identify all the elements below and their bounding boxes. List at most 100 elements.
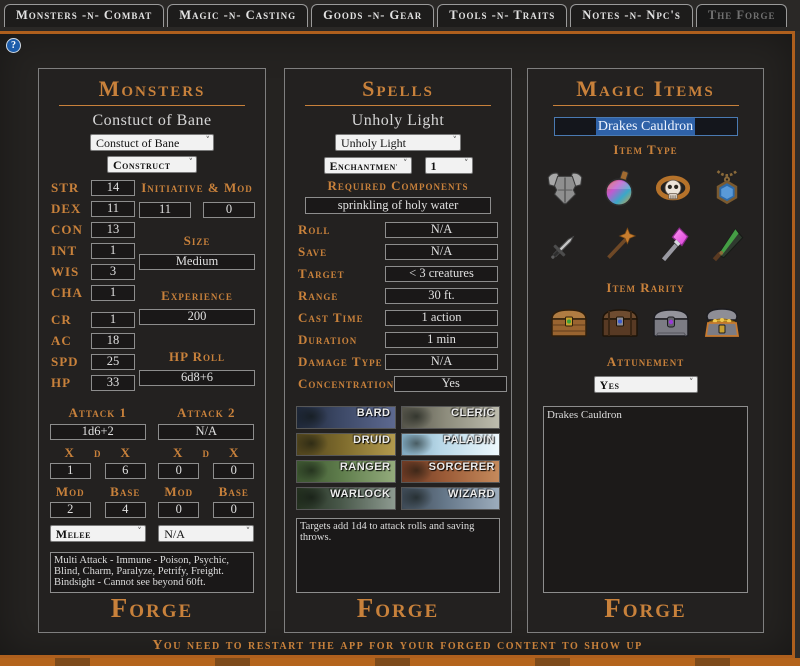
item-rarity-row xyxy=(548,305,743,341)
class-button-sorcerer[interactable]: SORCERER xyxy=(401,460,501,483)
stat-int-input[interactable] xyxy=(91,243,135,259)
stat-wis-input[interactable] xyxy=(91,264,135,280)
scepter-icon[interactable] xyxy=(652,224,694,266)
roll-input[interactable] xyxy=(385,222,498,238)
stat-con-input[interactable] xyxy=(91,222,135,238)
range-input[interactable] xyxy=(385,288,498,304)
item-type-label: Item Type xyxy=(613,142,677,158)
tab-goods-gear[interactable]: Goods -n- Gear xyxy=(311,4,434,27)
damage-type-label: Damage Type xyxy=(298,354,383,370)
size-input[interactable] xyxy=(139,254,255,270)
wand-icon[interactable] xyxy=(598,224,640,266)
class-button-wizard[interactable]: WIZARD xyxy=(401,487,501,510)
spell-school-select[interactable]: Enchantment xyxy=(324,157,412,174)
stat-label: HP xyxy=(51,375,91,391)
initiative-label: Initiative & Mod xyxy=(141,180,253,196)
damage-type-input[interactable] xyxy=(385,354,498,370)
attack-1-base-input[interactable] xyxy=(105,502,146,518)
stat-spd-input[interactable] xyxy=(91,354,135,370)
wooden-chest-icon[interactable] xyxy=(548,305,590,341)
experience-label: Experience xyxy=(161,288,233,304)
attack-2-die-input[interactable] xyxy=(213,463,254,479)
spell-forge-button[interactable]: Forge xyxy=(357,593,439,624)
attack-2-base-input[interactable] xyxy=(213,502,254,518)
initiative-mod-input[interactable] xyxy=(203,202,255,218)
class-button-bard[interactable]: BARD xyxy=(296,406,396,429)
spell-level-select[interactable]: 1 xyxy=(425,157,473,174)
attack-1-die-input[interactable] xyxy=(105,463,146,479)
tab-notes-npcs[interactable]: Notes -n- Npc's xyxy=(570,4,693,27)
attunement-label: Attunement xyxy=(607,354,684,370)
potion-icon[interactable] xyxy=(598,168,640,210)
attack-1-count-input[interactable] xyxy=(50,463,91,479)
sword-icon[interactable] xyxy=(544,224,586,266)
initiative-input[interactable] xyxy=(139,202,191,218)
spells-title: Spells xyxy=(362,76,434,102)
item-rarity-label: Item Rarity xyxy=(606,280,684,296)
monster-type-select[interactable]: Construct xyxy=(107,156,197,173)
tab-tools-traits[interactable]: Tools -n- Traits xyxy=(437,4,567,27)
stat-cr-input[interactable] xyxy=(91,312,135,328)
stat-ac-input[interactable] xyxy=(91,333,135,349)
monster-forge-button[interactable]: Forge xyxy=(111,593,193,624)
duration-input[interactable] xyxy=(385,332,498,348)
hp-roll-label: HP Roll xyxy=(169,349,225,365)
required-components-input[interactable] xyxy=(305,197,491,214)
spell-name-display: Unholy Light xyxy=(352,112,445,130)
monster-select[interactable]: Constuct of Bane xyxy=(90,134,214,151)
class-button-druid[interactable]: DRUID xyxy=(296,433,396,456)
spell-select[interactable]: Unholy Light xyxy=(335,134,461,151)
cast-time-input[interactable] xyxy=(385,310,498,326)
tab-the-forge[interactable]: The Forge xyxy=(696,4,788,27)
stat-label: CON xyxy=(51,222,91,238)
tab-magic-casting[interactable]: Magic -n- Casting xyxy=(167,4,308,27)
stat-label: CR xyxy=(51,312,91,328)
dagger-icon[interactable] xyxy=(706,224,748,266)
d-label: d xyxy=(94,445,102,461)
magic-item-forge-button[interactable]: Forge xyxy=(604,593,686,624)
duration-label: Duration xyxy=(298,332,357,348)
bottom-frame-strip xyxy=(0,658,800,666)
item-list-entry[interactable]: Drakes Cauldron xyxy=(547,409,744,422)
class-button-warlock[interactable]: WARLOCK xyxy=(296,487,396,510)
stat-str-input[interactable] xyxy=(91,180,135,196)
stat-cha-input[interactable] xyxy=(91,285,135,301)
item-name-input[interactable]: Drakes Cauldron xyxy=(554,117,738,136)
bronze-chest-icon[interactable] xyxy=(599,305,641,341)
divider xyxy=(305,105,491,106)
hp-roll-input[interactable] xyxy=(139,370,255,386)
save-input[interactable] xyxy=(385,244,498,260)
target-input[interactable] xyxy=(385,266,498,282)
attunement-select[interactable]: Yes xyxy=(594,376,698,393)
x-label: X xyxy=(106,445,146,461)
class-button-ranger[interactable]: RANGER xyxy=(296,460,396,483)
help-icon[interactable]: ? xyxy=(6,38,21,53)
attack-2-type-select[interactable]: N/A xyxy=(158,525,254,542)
attack-1-type-select[interactable]: Melee xyxy=(50,525,146,542)
save-label: Save xyxy=(298,244,327,260)
armor-icon[interactable] xyxy=(544,168,586,210)
concentration-input[interactable] xyxy=(394,376,507,392)
spell-description-textarea[interactable]: Targets add 1d4 to attack rolls and savi… xyxy=(296,518,500,593)
item-listbox[interactable]: Drakes Cauldron xyxy=(543,406,748,593)
attack-2-dice-input[interactable] xyxy=(158,424,254,440)
amulet-icon[interactable] xyxy=(706,168,748,210)
golden-chest-icon[interactable] xyxy=(701,305,743,341)
attack-2-count-input[interactable] xyxy=(158,463,199,479)
attack-1-mod-input[interactable] xyxy=(50,502,91,518)
concentration-label: Concentration xyxy=(298,376,394,392)
experience-input[interactable] xyxy=(139,309,255,325)
monster-name-display: Constuct of Bane xyxy=(92,112,211,130)
monster-description-textarea[interactable]: Multi Attack - Immune - Poison, Psychic,… xyxy=(50,552,254,593)
class-button-paladin[interactable]: PALADIN xyxy=(401,433,501,456)
skull-ring-icon[interactable] xyxy=(652,168,694,210)
class-button-cleric[interactable]: CLERIC xyxy=(401,406,501,429)
tab-monsters-combat[interactable]: Monsters -n- Combat xyxy=(4,4,164,27)
stat-hp-input[interactable] xyxy=(91,375,135,391)
attack-1-dice-input[interactable] xyxy=(50,424,146,440)
attack-2-mod-input[interactable] xyxy=(158,502,199,518)
silver-chest-icon[interactable] xyxy=(650,305,692,341)
mod-label: Mod xyxy=(50,484,91,500)
stat-dex-input[interactable] xyxy=(91,201,135,217)
attack-1-label: Attack 1 xyxy=(69,405,127,421)
